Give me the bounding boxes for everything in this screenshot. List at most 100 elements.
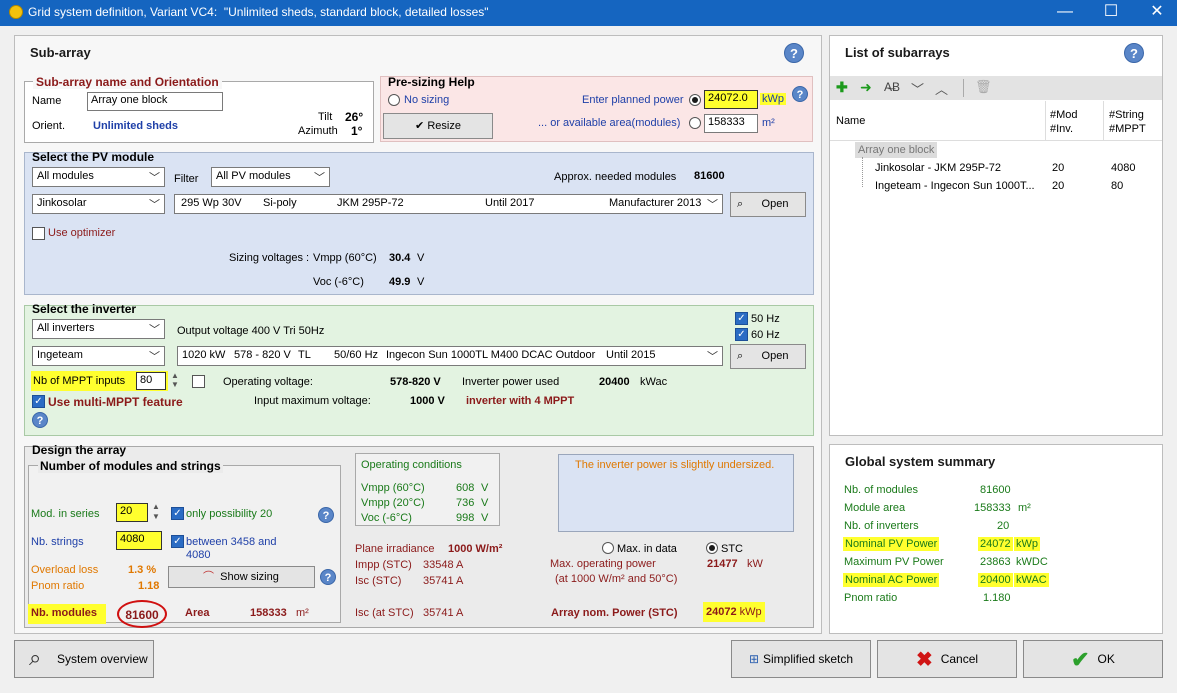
add-icon[interactable]: ✚: [836, 79, 848, 96]
strings-range-line1: between 3458 and: [186, 536, 277, 548]
resize-button[interactable]: ✔ Resize: [383, 113, 493, 139]
name-orientation-title: Sub-array name and Orientation: [33, 75, 222, 89]
inverter-model-combo[interactable]: 1020 kW 578 - 820 V TL 50/60 Hz Ingecon …: [177, 346, 723, 366]
hz50-checkbox[interactable]: ✓: [735, 312, 748, 325]
area-radio[interactable]: [689, 117, 701, 129]
op-voltage-label: Operating voltage:: [223, 376, 313, 388]
module-manufacturer-combo[interactable]: Jinkosolar ﹀: [32, 194, 165, 214]
pnom-ratio-label: Pnom ratio: [31, 580, 85, 592]
planned-power-unit: kWp: [760, 93, 786, 105]
area-unit: m²: [762, 117, 775, 129]
tree-row-module[interactable]: Jinkosolar - JKM 295P-72: [875, 162, 1001, 174]
maximize-button[interactable]: ☐: [1088, 0, 1134, 26]
module-filter-combo[interactable]: All modules ﹀: [32, 167, 165, 187]
stc-radio[interactable]: [706, 542, 718, 554]
planned-power-label: Enter planned power: [582, 94, 684, 106]
cancel-button[interactable]: ✖ Cancel: [877, 640, 1017, 678]
system-overview-button[interactable]: ⌕ System overview: [14, 640, 154, 678]
close-button[interactable]: ✕: [1134, 0, 1177, 26]
col-name: Name: [836, 115, 866, 127]
mppt-input[interactable]: 80: [136, 372, 166, 390]
vmpp20-value: 736: [456, 497, 475, 509]
inverter-title: Select the inverter: [32, 302, 137, 316]
planned-power-input[interactable]: 24072.0: [704, 90, 758, 109]
presizing-title: Pre-sizing Help: [388, 75, 475, 89]
no-sizing-radio[interactable]: [388, 94, 400, 106]
summary-label-area: Module area: [844, 502, 906, 514]
show-sizing-button[interactable]: ⌒ Show sizing: [168, 566, 315, 588]
series-input[interactable]: 20: [116, 503, 148, 522]
series-help-icon[interactable]: ?: [318, 507, 334, 523]
strings-input[interactable]: 4080: [116, 531, 162, 550]
pv-filter-combo[interactable]: All PV modules ﹀: [211, 167, 330, 187]
operating-voltage-checkbox[interactable]: [192, 375, 205, 388]
hz50-label: 50 Hz: [751, 313, 780, 325]
summary-unit-max-pv: kWDC: [1016, 556, 1048, 568]
max-op-power-unit: kW: [747, 558, 763, 570]
delete-icon[interactable]: 🗑: [975, 79, 992, 95]
module-open-button[interactable]: ⌕ Open: [730, 192, 806, 217]
tilt-label: Tilt: [318, 111, 333, 123]
sketch-icon: ⊞: [748, 652, 759, 666]
chevron-down-icon: ﹀: [314, 172, 325, 184]
tree-row-inverter[interactable]: Ingeteam - Ingecon Sun 1000T...: [875, 180, 1035, 192]
summary-unit-nominal-pv: kWp: [1014, 537, 1040, 551]
sizing-help-icon[interactable]: ?: [320, 569, 336, 585]
inverter-manufacturer-combo[interactable]: Ingeteam ﹀: [32, 346, 165, 366]
op-voltage-value: 578-820 V: [390, 376, 441, 388]
summary-value-inverters: 20: [997, 520, 1010, 532]
hz60-checkbox[interactable]: ✓: [735, 328, 748, 341]
inverter-help-icon[interactable]: ?: [32, 412, 48, 428]
max-op-power-value: 21477: [707, 558, 738, 570]
area-total-value: 158333: [250, 607, 287, 619]
isc-at-stc-value: 35741 A: [423, 607, 464, 619]
presizing-help-icon[interactable]: ?: [792, 86, 808, 102]
summary-value-pnom: 1.180: [983, 592, 1011, 604]
sizing-voltages-label: Sizing voltages :: [229, 252, 310, 264]
vmpp-label: Vmpp (60°C): [313, 252, 377, 264]
minimize-button[interactable]: —: [1042, 0, 1088, 26]
simplified-sketch-button[interactable]: ⊞ Simplified sketch: [731, 640, 871, 678]
mppt-spinner[interactable]: ▲ ▼: [171, 371, 179, 389]
checkmark-icon: ✔: [1071, 646, 1090, 672]
max-in-data-radio[interactable]: [602, 542, 614, 554]
subarray-title: Sub-array: [30, 45, 91, 60]
series-label: Mod. in series: [31, 508, 100, 520]
design-array-title: Design the array: [32, 443, 127, 457]
subarray-help-icon[interactable]: ?: [784, 43, 804, 63]
impp-value: 33548 A: [423, 559, 464, 571]
list-help-icon[interactable]: ?: [1124, 43, 1144, 63]
orient-value[interactable]: Unlimited sheds: [93, 120, 178, 132]
voc-value: 49.9: [389, 276, 411, 288]
inverter-filter-combo[interactable]: All inverters ﹀: [32, 319, 165, 339]
area-label: ... or available area(modules): [538, 117, 681, 129]
voc-label: Voc (-6°C): [313, 276, 364, 288]
tree-root[interactable]: Array one block: [855, 142, 938, 158]
series-spinner[interactable]: ▲ ▼: [152, 502, 160, 522]
ok-button[interactable]: ✔ OK: [1023, 640, 1163, 678]
move-up-icon[interactable]: ︿: [935, 79, 948, 98]
planned-power-radio[interactable]: [689, 94, 701, 106]
inverter-open-button[interactable]: ⌕ Open: [730, 344, 806, 369]
col-mppt: #MPPT: [1109, 123, 1146, 135]
voc6-value: 998: [456, 512, 475, 524]
summary-value-area: 158333: [974, 502, 1011, 514]
use-optimizer-checkbox[interactable]: [32, 227, 45, 240]
module-model-combo[interactable]: 295 Wp 30V Si-poly JKM 295P-72 Until 201…: [174, 194, 723, 214]
only-possibility-checkbox[interactable]: ✓: [171, 507, 184, 520]
vmpp20-label: Vmpp (20°C): [361, 497, 425, 509]
copy-icon[interactable]: ➜: [860, 79, 872, 96]
cancel-x-icon: ✖: [915, 648, 933, 671]
subarray-name-input[interactable]: Array one block: [87, 92, 223, 111]
input-max-voltage-value: 1000 V: [410, 395, 445, 407]
voc6-label: Voc (-6°C): [361, 512, 412, 524]
rename-icon[interactable]: A̶B: [884, 80, 900, 94]
multi-mppt-checkbox[interactable]: ✓: [32, 395, 45, 408]
undersized-message: The inverter power is slightly undersize…: [575, 459, 775, 471]
area-input[interactable]: 158333: [704, 114, 758, 133]
tilt-value: 26°: [345, 110, 364, 124]
strings-range-checkbox[interactable]: ✓: [171, 535, 184, 548]
max-in-data-label: Max. in data: [617, 543, 677, 555]
move-down-icon[interactable]: ﹀: [911, 79, 924, 98]
inverter-power-label: Inverter power used: [462, 376, 560, 388]
